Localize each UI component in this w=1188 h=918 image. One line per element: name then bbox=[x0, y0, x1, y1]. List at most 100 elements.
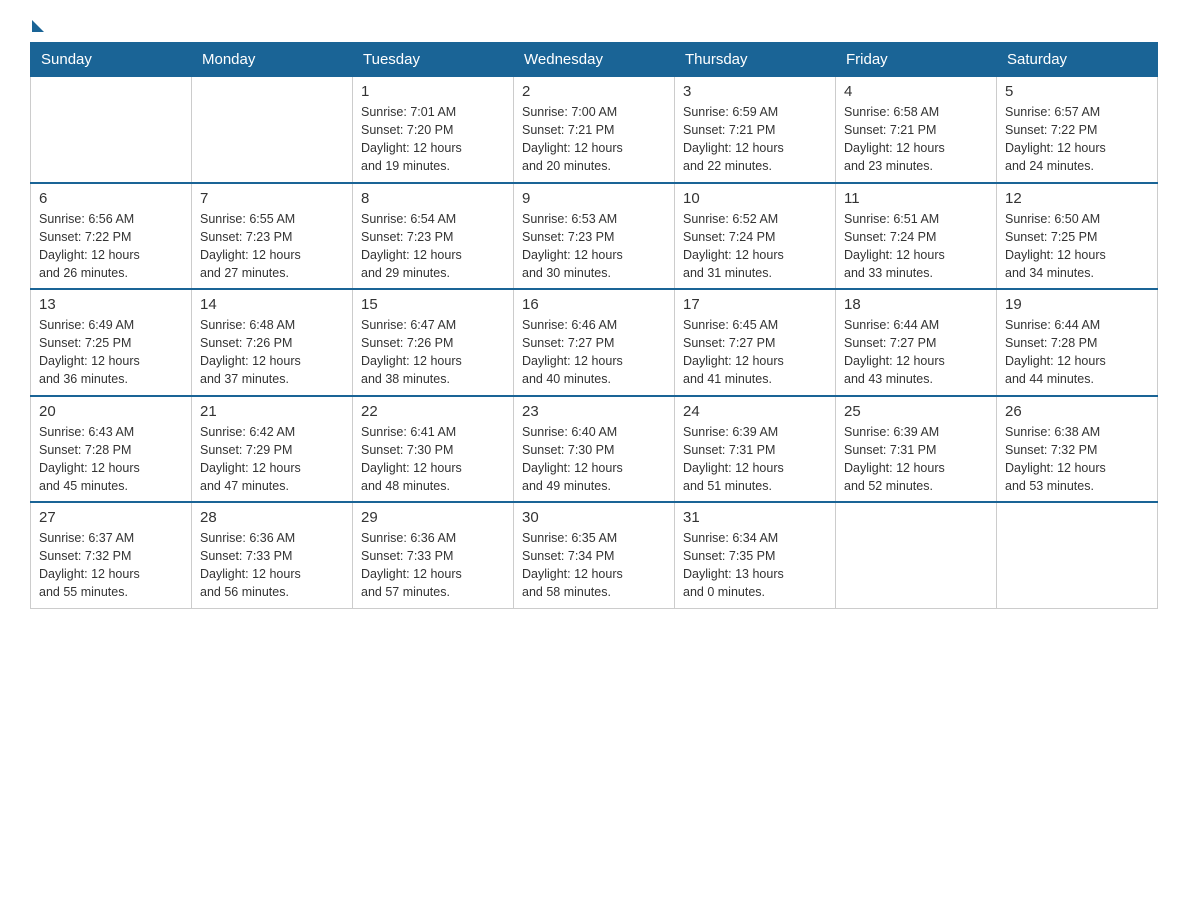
logo-arrow-icon bbox=[32, 20, 44, 32]
day-info: Sunrise: 6:35 AM Sunset: 7:34 PM Dayligh… bbox=[522, 529, 666, 602]
calendar-cell: 13 Sunrise: 6:49 AM Sunset: 7:25 PM Dayli… bbox=[31, 289, 192, 396]
day-number: 1 bbox=[361, 83, 505, 100]
calendar-cell: 26 Sunrise: 6:38 AM Sunset: 7:32 PM Dayli… bbox=[997, 396, 1158, 503]
calendar-cell: 5Sunrise: 6:57 AM Sunset: 7:22 PM Daylig… bbox=[997, 77, 1158, 183]
calendar-cell: 1 Sunrise: 7:01 AM Sunset: 7:20 PM Daylig… bbox=[353, 77, 514, 183]
calendar-cell: 11 Sunrise: 6:51 AM Sunset: 7:24 PM Dayli… bbox=[836, 183, 997, 290]
weekday-header-wednesday: Wednesday bbox=[514, 43, 675, 77]
calendar-cell: 9 Sunrise: 6:53 AM Sunset: 7:23 PM Daylig… bbox=[514, 183, 675, 290]
calendar-week-row: 20Sunrise: 6:43 AM Sunset: 7:28 PM Dayli… bbox=[31, 396, 1158, 503]
calendar-cell: 8 Sunrise: 6:54 AM Sunset: 7:23 PM Daylig… bbox=[353, 183, 514, 290]
calendar-cell: 24 Sunrise: 6:39 AM Sunset: 7:31 PM Dayli… bbox=[675, 396, 836, 503]
calendar-cell: 12 Sunrise: 6:50 AM Sunset: 7:25 PM Dayli… bbox=[997, 183, 1158, 290]
day-number: 10 bbox=[683, 190, 827, 207]
weekday-header-saturday: Saturday bbox=[997, 43, 1158, 77]
day-number: 20 bbox=[39, 403, 183, 420]
day-info: Sunrise: 6:42 AM Sunset: 7:29 PM Dayligh… bbox=[200, 423, 344, 496]
calendar-cell: 19 Sunrise: 6:44 AM Sunset: 7:28 PM Dayli… bbox=[997, 289, 1158, 396]
calendar-cell: 4Sunrise: 6:58 AM Sunset: 7:21 PM Daylig… bbox=[836, 77, 997, 183]
day-number: 31 bbox=[683, 509, 827, 526]
calendar-cell: 15 Sunrise: 6:47 AM Sunset: 7:26 PM Dayli… bbox=[353, 289, 514, 396]
day-number: 2 bbox=[522, 83, 666, 100]
day-number: 19 bbox=[1005, 296, 1149, 313]
calendar-cell bbox=[192, 77, 353, 183]
day-number: 4 bbox=[844, 83, 988, 100]
day-info: Sunrise: 6:36 AM Sunset: 7:33 PM Dayligh… bbox=[361, 529, 505, 602]
day-number: 18 bbox=[844, 296, 988, 313]
calendar-week-row: 27Sunrise: 6:37 AM Sunset: 7:32 PM Dayli… bbox=[31, 502, 1158, 608]
calendar-cell bbox=[836, 502, 997, 608]
day-number: 22 bbox=[361, 403, 505, 420]
day-number: 17 bbox=[683, 296, 827, 313]
calendar-cell bbox=[31, 77, 192, 183]
calendar-cell: 29Sunrise: 6:36 AM Sunset: 7:33 PM Dayli… bbox=[353, 502, 514, 608]
calendar-cell: 3Sunrise: 6:59 AM Sunset: 7:21 PM Daylig… bbox=[675, 77, 836, 183]
day-info: Sunrise: 7:00 AM Sunset: 7:21 PM Dayligh… bbox=[522, 103, 666, 176]
calendar-cell: 6Sunrise: 6:56 AM Sunset: 7:22 PM Daylig… bbox=[31, 183, 192, 290]
calendar-table: SundayMondayTuesdayWednesdayThursdayFrid… bbox=[30, 42, 1158, 609]
day-number: 28 bbox=[200, 509, 344, 526]
calendar-cell: 22 Sunrise: 6:41 AM Sunset: 7:30 PM Dayli… bbox=[353, 396, 514, 503]
day-number: 26 bbox=[1005, 403, 1149, 420]
day-number: 15 bbox=[361, 296, 505, 313]
calendar-cell: 18 Sunrise: 6:44 AM Sunset: 7:27 PM Dayli… bbox=[836, 289, 997, 396]
calendar-cell: 17 Sunrise: 6:45 AM Sunset: 7:27 PM Dayli… bbox=[675, 289, 836, 396]
day-info: Sunrise: 6:59 AM Sunset: 7:21 PM Dayligh… bbox=[683, 103, 827, 176]
day-info: Sunrise: 6:44 AM Sunset: 7:28 PM Dayligh… bbox=[1005, 316, 1149, 389]
calendar-week-row: 6Sunrise: 6:56 AM Sunset: 7:22 PM Daylig… bbox=[31, 183, 1158, 290]
day-info: Sunrise: 6:47 AM Sunset: 7:26 PM Dayligh… bbox=[361, 316, 505, 389]
day-info: Sunrise: 6:39 AM Sunset: 7:31 PM Dayligh… bbox=[844, 423, 988, 496]
day-number: 21 bbox=[200, 403, 344, 420]
calendar-cell: 14Sunrise: 6:48 AM Sunset: 7:26 PM Dayli… bbox=[192, 289, 353, 396]
day-number: 14 bbox=[200, 296, 344, 313]
logo bbox=[30, 20, 46, 32]
calendar-header-row: SundayMondayTuesdayWednesdayThursdayFrid… bbox=[31, 43, 1158, 77]
calendar-cell: 16 Sunrise: 6:46 AM Sunset: 7:27 PM Dayli… bbox=[514, 289, 675, 396]
page-header bbox=[30, 20, 1158, 32]
day-info: Sunrise: 6:41 AM Sunset: 7:30 PM Dayligh… bbox=[361, 423, 505, 496]
day-info: Sunrise: 6:46 AM Sunset: 7:27 PM Dayligh… bbox=[522, 316, 666, 389]
day-number: 25 bbox=[844, 403, 988, 420]
day-info: Sunrise: 6:45 AM Sunset: 7:27 PM Dayligh… bbox=[683, 316, 827, 389]
calendar-cell: 28 Sunrise: 6:36 AM Sunset: 7:33 PM Dayli… bbox=[192, 502, 353, 608]
calendar-cell: 27Sunrise: 6:37 AM Sunset: 7:32 PM Dayli… bbox=[31, 502, 192, 608]
day-info: Sunrise: 6:54 AM Sunset: 7:23 PM Dayligh… bbox=[361, 210, 505, 283]
day-info: Sunrise: 6:40 AM Sunset: 7:30 PM Dayligh… bbox=[522, 423, 666, 496]
calendar-cell: 10 Sunrise: 6:52 AM Sunset: 7:24 PM Dayli… bbox=[675, 183, 836, 290]
day-info: Sunrise: 6:51 AM Sunset: 7:24 PM Dayligh… bbox=[844, 210, 988, 283]
calendar-cell: 23Sunrise: 6:40 AM Sunset: 7:30 PM Dayli… bbox=[514, 396, 675, 503]
calendar-cell: 25 Sunrise: 6:39 AM Sunset: 7:31 PM Dayli… bbox=[836, 396, 997, 503]
day-number: 8 bbox=[361, 190, 505, 207]
day-info: Sunrise: 6:53 AM Sunset: 7:23 PM Dayligh… bbox=[522, 210, 666, 283]
weekday-header-sunday: Sunday bbox=[31, 43, 192, 77]
calendar-cell: 21 Sunrise: 6:42 AM Sunset: 7:29 PM Dayli… bbox=[192, 396, 353, 503]
calendar-week-row: 13 Sunrise: 6:49 AM Sunset: 7:25 PM Dayli… bbox=[31, 289, 1158, 396]
day-info: Sunrise: 6:55 AM Sunset: 7:23 PM Dayligh… bbox=[200, 210, 344, 283]
day-number: 13 bbox=[39, 296, 183, 313]
calendar-cell: 7 Sunrise: 6:55 AM Sunset: 7:23 PM Daylig… bbox=[192, 183, 353, 290]
calendar-cell: 20Sunrise: 6:43 AM Sunset: 7:28 PM Dayli… bbox=[31, 396, 192, 503]
day-info: Sunrise: 6:38 AM Sunset: 7:32 PM Dayligh… bbox=[1005, 423, 1149, 496]
weekday-header-tuesday: Tuesday bbox=[353, 43, 514, 77]
day-number: 16 bbox=[522, 296, 666, 313]
calendar-week-row: 1 Sunrise: 7:01 AM Sunset: 7:20 PM Daylig… bbox=[31, 77, 1158, 183]
day-info: Sunrise: 6:52 AM Sunset: 7:24 PM Dayligh… bbox=[683, 210, 827, 283]
day-info: Sunrise: 7:01 AM Sunset: 7:20 PM Dayligh… bbox=[361, 103, 505, 176]
day-info: Sunrise: 6:39 AM Sunset: 7:31 PM Dayligh… bbox=[683, 423, 827, 496]
day-number: 7 bbox=[200, 190, 344, 207]
day-info: Sunrise: 6:50 AM Sunset: 7:25 PM Dayligh… bbox=[1005, 210, 1149, 283]
day-number: 11 bbox=[844, 190, 988, 207]
calendar-cell bbox=[997, 502, 1158, 608]
day-info: Sunrise: 6:37 AM Sunset: 7:32 PM Dayligh… bbox=[39, 529, 183, 602]
calendar-cell: 2 Sunrise: 7:00 AM Sunset: 7:21 PM Daylig… bbox=[514, 77, 675, 183]
day-number: 12 bbox=[1005, 190, 1149, 207]
day-number: 24 bbox=[683, 403, 827, 420]
day-info: Sunrise: 6:44 AM Sunset: 7:27 PM Dayligh… bbox=[844, 316, 988, 389]
day-number: 30 bbox=[522, 509, 666, 526]
day-info: Sunrise: 6:36 AM Sunset: 7:33 PM Dayligh… bbox=[200, 529, 344, 602]
day-info: Sunrise: 6:56 AM Sunset: 7:22 PM Dayligh… bbox=[39, 210, 183, 283]
weekday-header-friday: Friday bbox=[836, 43, 997, 77]
calendar-cell: 30 Sunrise: 6:35 AM Sunset: 7:34 PM Dayli… bbox=[514, 502, 675, 608]
day-number: 9 bbox=[522, 190, 666, 207]
day-info: Sunrise: 6:49 AM Sunset: 7:25 PM Dayligh… bbox=[39, 316, 183, 389]
